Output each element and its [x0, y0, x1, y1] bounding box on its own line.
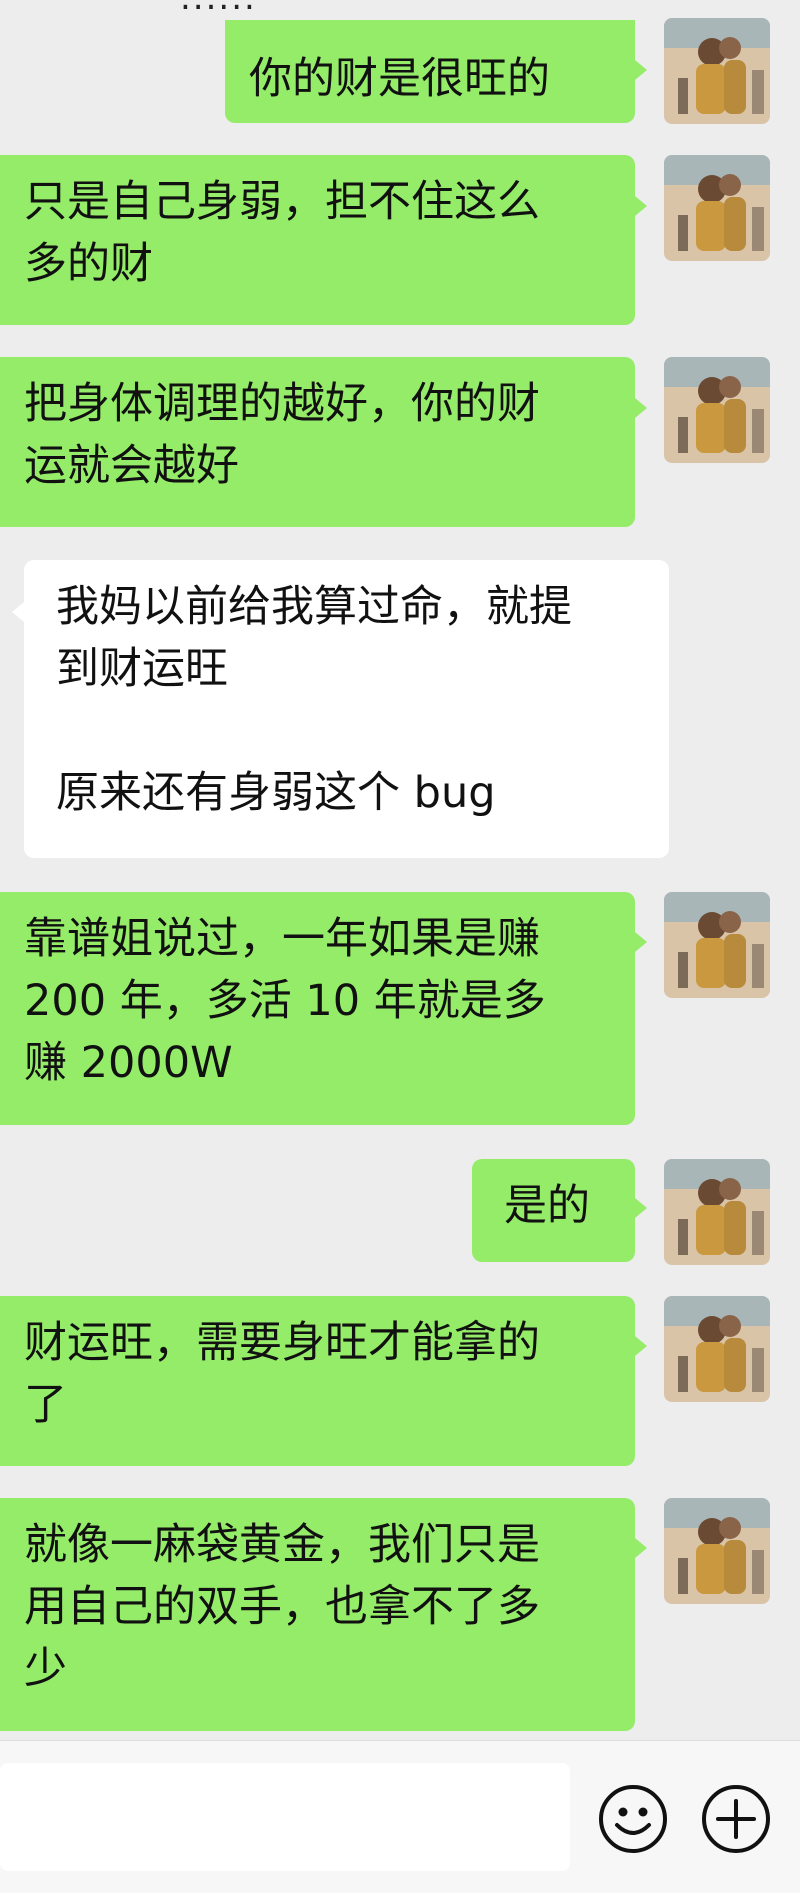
avatar[interactable] [664, 1159, 770, 1265]
avatar[interactable] [664, 357, 770, 463]
bubble-tail [635, 398, 647, 418]
bubble-tail [635, 60, 647, 80]
sent-message-bubble[interactable]: 靠谱姐说过，一年如果是赚 200 年，多活 10 年就是多 赚 2000W [0, 892, 635, 1125]
sent-message-bubble[interactable]: 是的 [472, 1159, 635, 1262]
plus-circle-icon[interactable] [700, 1783, 772, 1855]
bubble-tail [12, 602, 24, 622]
avatar[interactable] [664, 155, 770, 261]
sent-message-bubble[interactable]: 你的财是很旺的 [225, 20, 635, 123]
sent-message-bubble[interactable]: 就像一麻袋黄金，我们只是 用自己的双手，也拿不了多 少 [0, 1498, 635, 1731]
avatar[interactable] [664, 1296, 770, 1402]
bubble-tail [635, 1336, 647, 1356]
sent-message-bubble[interactable]: 把身体调理的越好，你的财 运就会越好 [0, 357, 635, 527]
smiley-face-icon[interactable] [597, 1783, 669, 1855]
bubble-tail [635, 196, 647, 216]
avatar[interactable] [664, 18, 770, 124]
received-message-bubble[interactable]: 我妈以前给我算过命，就提 到财运旺 原来还有身弱这个 bug [24, 560, 669, 858]
sent-message-bubble[interactable]: 财运旺，需要身旺才能拿的 了 [0, 1296, 635, 1466]
sent-message-bubble[interactable]: 只是自己身弱，担不住这么 多的财 [0, 155, 635, 325]
bubble-tail [635, 1198, 647, 1218]
message-input[interactable] [0, 1763, 570, 1871]
chat-title: ...... [180, 0, 257, 18]
bubble-tail [635, 1538, 647, 1558]
bubble-tail [635, 932, 647, 952]
input-bar [0, 1740, 800, 1893]
avatar[interactable] [664, 1498, 770, 1604]
avatar[interactable] [664, 892, 770, 998]
